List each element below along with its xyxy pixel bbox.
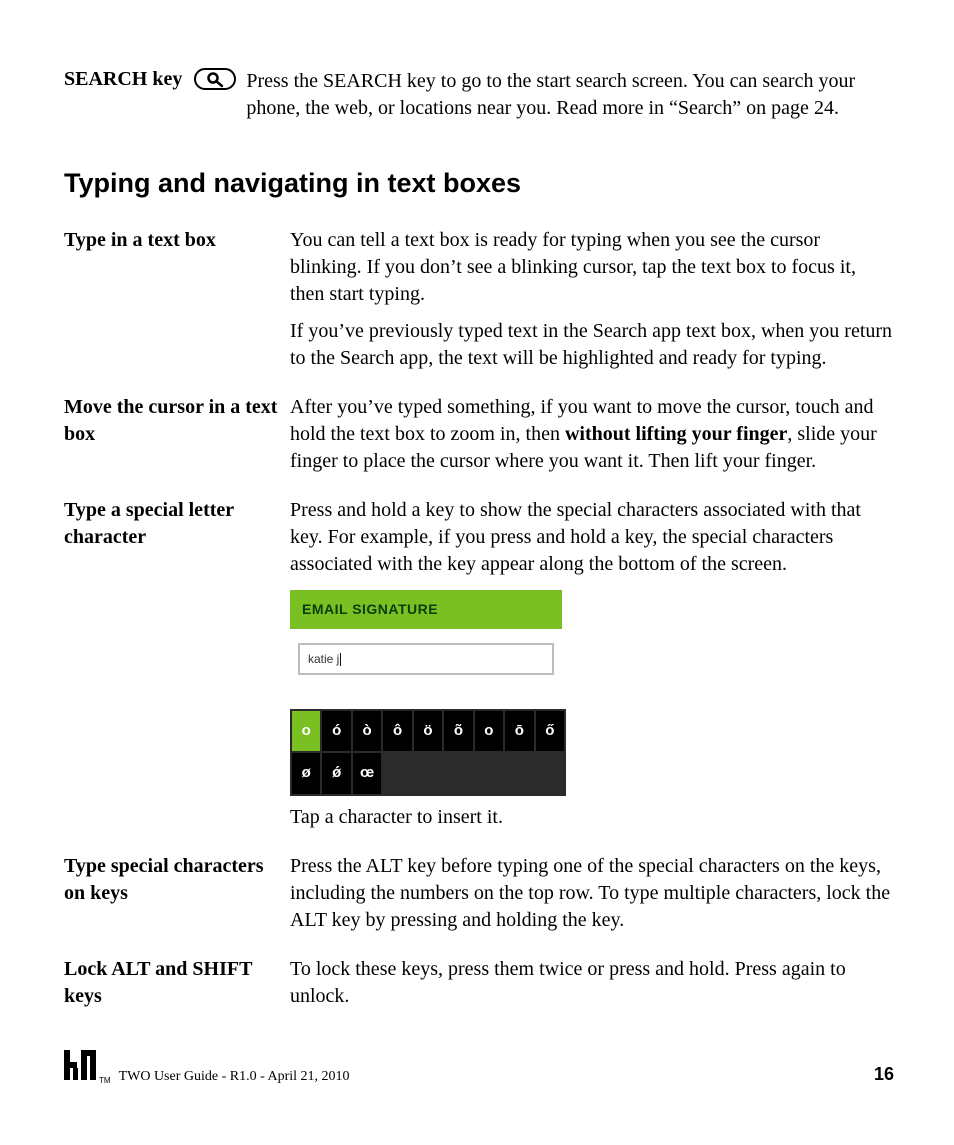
char-cell[interactable]: ø (292, 753, 320, 793)
row-label: Type in a text box (64, 227, 290, 254)
search-key-row: SEARCH key Press the SEARCH key to go to… (64, 68, 894, 122)
input-value: katie j (308, 652, 339, 666)
paragraph: Press and hold a key to show the special… (290, 497, 894, 578)
bold-text: without lifting your finger (565, 423, 787, 445)
char-cell[interactable]: ô (383, 711, 411, 751)
footer-left: TM TWO User Guide - R1.0 - April 21, 201… (64, 1050, 350, 1085)
char-cell[interactable]: o (475, 711, 503, 751)
char-cell-empty (536, 753, 564, 793)
row-label: Type special characters on keys (64, 853, 290, 907)
trademark-symbol: TM (99, 1076, 111, 1085)
search-key-description: Press the SEARCH key to go to the start … (236, 68, 894, 122)
char-cell-empty (444, 753, 472, 793)
row-body: After you’ve typed something, if you wan… (290, 394, 894, 475)
special-char-grid: o ó ò ô ö õ o ō ő ø ǿ œ (290, 709, 566, 796)
page-number: 16 (874, 1064, 894, 1085)
figure-header: EMAIL SIGNATURE (290, 590, 562, 629)
row-type-in-box: Type in a text box You can tell a text b… (64, 227, 894, 372)
paragraph: You can tell a text box is ready for typ… (290, 227, 894, 308)
kin-logo (64, 1050, 98, 1085)
section-heading: Typing and navigating in text boxes (64, 168, 894, 199)
figure-caption: Tap a character to insert it. (290, 804, 894, 831)
char-cell[interactable]: ő (536, 711, 564, 751)
char-cell[interactable]: œ (353, 753, 381, 793)
char-cell[interactable]: ó (322, 711, 350, 751)
char-cell[interactable]: ō (505, 711, 533, 751)
footer-text: TWO User Guide - R1.0 - April 21, 2010 (119, 1069, 350, 1085)
row-special-keys: Type special characters on keys Press th… (64, 853, 894, 934)
row-label: Type a special letter character (64, 497, 290, 551)
row-lock-keys: Lock ALT and SHIFT keys To lock these ke… (64, 956, 894, 1010)
paragraph: After you’ve typed something, if you wan… (290, 394, 894, 475)
row-label: Move the cursor in a text box (64, 394, 290, 448)
row-body: Press the ALT key before typing one of t… (290, 853, 894, 934)
char-cell[interactable]: ǿ (322, 753, 350, 793)
char-cell-empty (414, 753, 442, 793)
row-label: Lock ALT and SHIFT keys (64, 956, 290, 1010)
paragraph: Press the ALT key before typing one of t… (290, 853, 894, 934)
paragraph: If you’ve previously typed text in the S… (290, 318, 894, 372)
search-key-label: SEARCH key (64, 68, 188, 90)
email-signature-figure: EMAIL SIGNATURE katie j (290, 590, 562, 685)
row-body: You can tell a text box is ready for typ… (290, 227, 894, 372)
figure-input-wrap: katie j (290, 629, 562, 685)
row-body: Press and hold a key to show the special… (290, 497, 894, 831)
paragraph: To lock these keys, press them twice or … (290, 956, 894, 1010)
char-cell[interactable]: ò (353, 711, 381, 751)
char-cell[interactable]: õ (444, 711, 472, 751)
document-page: SEARCH key Press the SEARCH key to go to… (0, 0, 954, 1145)
char-cell-empty (505, 753, 533, 793)
char-cell-selected[interactable]: o (292, 711, 320, 751)
char-cell-empty (383, 753, 411, 793)
page-footer: TM TWO User Guide - R1.0 - April 21, 201… (64, 1050, 894, 1085)
row-move-cursor: Move the cursor in a text box After you’… (64, 394, 894, 475)
search-key-label-wrap: SEARCH key (64, 68, 236, 95)
row-body: To lock these keys, press them twice or … (290, 956, 894, 1010)
char-cell[interactable]: ö (414, 711, 442, 751)
char-cell-empty (475, 753, 503, 793)
text-cursor-icon (340, 653, 341, 666)
search-icon (194, 68, 236, 95)
figure-text-input[interactable]: katie j (298, 643, 554, 675)
row-special-letter: Type a special letter character Press an… (64, 497, 894, 831)
